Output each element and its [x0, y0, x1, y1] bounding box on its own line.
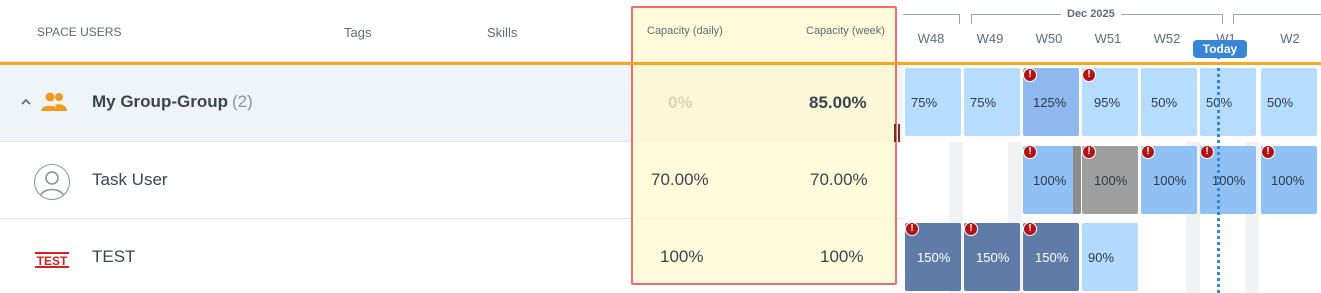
week-label-w50: W50	[1035, 31, 1063, 46]
group-capacity-daily: 0%	[668, 93, 693, 112]
overallocation-alert-icon[interactable]: !	[1261, 145, 1275, 159]
column-resize-handle[interactable]	[894, 124, 900, 142]
group-users-icon	[40, 91, 68, 113]
timeline-panel: Dec 2025 W48 W49 W50 W51 W52 W1 W2 75% 7…	[903, 0, 1321, 293]
task-user-overlap-bar	[1073, 146, 1081, 214]
overallocation-alert-icon[interactable]: !	[964, 222, 978, 236]
week-label-w2: W2	[1280, 31, 1300, 46]
user-name-task-user[interactable]: Task User	[92, 170, 168, 190]
week-label-w49: W49	[976, 31, 1004, 46]
month-bracket-nov	[903, 14, 960, 24]
overallocation-alert-icon[interactable]: !	[1023, 145, 1037, 159]
task-user-capacity-daily[interactable]: 70.00%	[651, 170, 709, 190]
header-divider-accent	[0, 62, 1321, 65]
month-label: Dec 2025	[1061, 8, 1121, 20]
header-capacity-daily[interactable]: Capacity (daily)	[647, 25, 723, 37]
test-capacity-week[interactable]: 100%	[820, 247, 863, 267]
group-week-cell[interactable]: 75%	[905, 68, 961, 136]
capacity-columns-highlight	[631, 6, 897, 285]
month-bracket-jan	[1233, 14, 1321, 24]
overallocation-alert-icon[interactable]: !	[905, 222, 919, 236]
overallocation-alert-icon[interactable]: !	[1023, 222, 1037, 236]
group-capacity-week: 85.00%	[809, 93, 867, 112]
week-label-w52: W52	[1153, 31, 1181, 46]
group-name-text: My Group-Group	[92, 92, 228, 111]
user-avatar-icon	[34, 164, 70, 200]
test-logo-icon: TEST	[34, 249, 70, 271]
overallocation-alert-icon[interactable]: !	[1200, 145, 1214, 159]
week-label-w48: W48	[917, 31, 945, 46]
collapse-chevron-icon[interactable]	[20, 96, 32, 110]
header-skills[interactable]: Skills	[487, 25, 517, 40]
today-marker-line	[1217, 56, 1220, 293]
overallocation-alert-icon[interactable]: !	[1141, 145, 1155, 159]
user-name-test[interactable]: TEST	[92, 247, 135, 267]
svg-text:TEST: TEST	[37, 254, 68, 268]
overallocation-alert-icon[interactable]: !	[1023, 68, 1037, 82]
group-week-cell[interactable]: 50%	[1261, 68, 1317, 136]
overallocation-alert-icon[interactable]: !	[1082, 68, 1096, 82]
test-week-cell[interactable]: 90%	[1082, 223, 1138, 291]
group-week-cell[interactable]: 75%	[964, 68, 1020, 136]
header-tags[interactable]: Tags	[344, 25, 371, 40]
group-week-cell[interactable]: 50%	[1200, 68, 1256, 136]
header-space-users[interactable]: SPACE USERS	[37, 25, 121, 39]
header-capacity-week[interactable]: Capacity (week)	[806, 25, 885, 37]
week-label-w51: W51	[1094, 31, 1122, 46]
test-capacity-daily[interactable]: 100%	[660, 247, 703, 267]
group-name[interactable]: My Group-Group (2)	[92, 92, 253, 112]
group-member-count: (2)	[231, 92, 253, 111]
overallocation-alert-icon[interactable]: !	[1082, 145, 1096, 159]
group-week-cell[interactable]: 50%	[1141, 68, 1197, 136]
task-user-capacity-week[interactable]: 70.00%	[810, 170, 868, 190]
today-badge[interactable]: Today	[1193, 40, 1247, 58]
